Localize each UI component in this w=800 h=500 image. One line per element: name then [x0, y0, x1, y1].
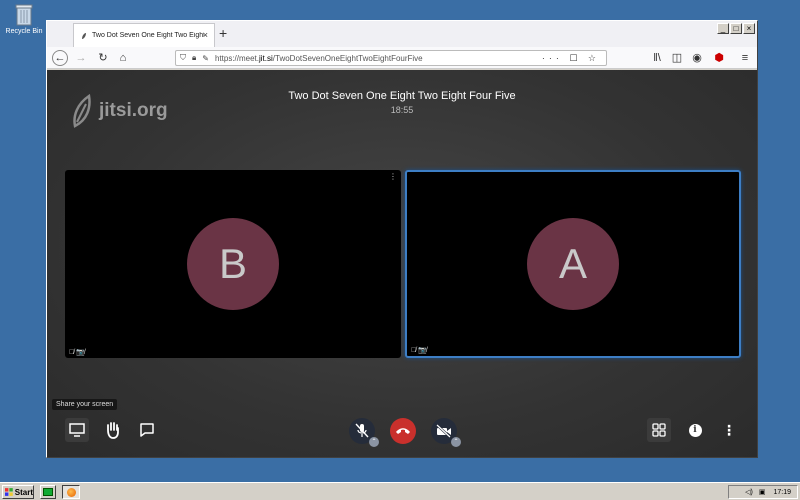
volume-icon[interactable]: ◁): [745, 488, 753, 496]
grid-icon: [652, 423, 666, 437]
navigation-bar: ← → ↻ ⌂ ⛉ 🔒︎ ✎ https://meet. jit.si/TwoDo…: [47, 47, 757, 69]
taskbar: Start ◁) ▣ 17:19: [0, 482, 800, 500]
meeting-title: Two Dot Seven One Eight Two Eight Four F…: [288, 90, 516, 102]
account-icon[interactable]: ◉: [689, 50, 705, 66]
recycle-bin-icon: [15, 4, 33, 26]
back-arrow-icon[interactable]: ←: [52, 50, 68, 66]
network-icon[interactable]: ▣: [759, 488, 766, 496]
recycle-bin-desktop-icon[interactable]: Recycle Bin: [4, 4, 44, 35]
monitor-icon: [69, 423, 85, 437]
info-button[interactable]: i: [683, 418, 707, 442]
avatar: A: [527, 218, 619, 310]
raise-hand-button[interactable]: [101, 418, 125, 442]
microphone-muted-icon: [355, 423, 369, 438]
start-button[interactable]: Start: [2, 485, 34, 499]
tile-view-button[interactable]: [647, 418, 671, 442]
menu-hamburger-icon[interactable]: ≡: [737, 50, 753, 66]
library-icon[interactable]: ‖\: [649, 50, 665, 66]
phone-hangup-icon: [396, 428, 410, 434]
tab-close-icon[interactable]: ×: [203, 30, 208, 40]
avatar: B: [187, 218, 279, 310]
muted-status-icons: 🎙̸ 📷̸: [411, 347, 427, 354]
sidebar-icon[interactable]: ◫: [669, 50, 685, 66]
url-prefix: https://meet.: [214, 53, 259, 63]
jitsi-favicon-icon: [82, 32, 86, 39]
lock-icon[interactable]: 🔒︎: [192, 53, 196, 63]
minimize-button[interactable]: _: [717, 23, 729, 34]
participant-tile-b[interactable]: B ⋮ 🎙̸ 📷̸: [65, 170, 401, 358]
forward-arrow-icon[interactable]: →: [73, 50, 89, 66]
quicklaunch-terminal-icon[interactable]: [40, 485, 56, 499]
taskbar-firefox-button[interactable]: [62, 485, 80, 499]
browser-window: Two Dot Seven One Eight Two Eight Four F…: [46, 20, 758, 458]
permissions-icon[interactable]: ✎: [202, 54, 209, 63]
participant-tile-a[interactable]: A 🎙̸ 📷̸: [405, 170, 741, 358]
maximize-button[interactable]: □: [730, 23, 742, 34]
muted-status-icons: 🎙̸ 📷̸: [69, 349, 85, 356]
audio-options-chevron-icon[interactable]: ⌃: [369, 437, 379, 447]
meeting-timer: 18:55: [390, 105, 414, 115]
recycle-bin-label: Recycle Bin: [5, 28, 43, 35]
share-screen-tooltip: Share your screen: [52, 399, 118, 410]
camera-off-icon: [436, 424, 451, 438]
reload-icon[interactable]: ↻: [95, 50, 111, 66]
home-icon[interactable]: ⌂: [115, 50, 131, 66]
start-label: Start: [14, 487, 33, 497]
tab-title: Two Dot Seven One Eight Two Eight Four F…: [92, 32, 204, 39]
url-domain: jit.si: [259, 53, 273, 63]
tab-bar: Two Dot Seven One Eight Two Eight Four F…: [47, 21, 757, 47]
clock: 17:19: [773, 488, 791, 496]
system-tray: ◁) ▣ 17:19: [728, 485, 798, 499]
info-icon: i: [688, 423, 702, 437]
share-screen-button[interactable]: [65, 418, 89, 442]
meeting-page: jitsi.org Two Dot Seven One Eight Two Ei…: [47, 70, 757, 457]
hand-icon: [107, 422, 119, 439]
close-window-button[interactable]: ×: [743, 23, 755, 34]
new-tab-button[interactable]: +: [219, 25, 227, 41]
camera-button[interactable]: ⌃: [431, 418, 461, 447]
address-bar[interactable]: ⛉ 🔒︎ ✎ https://meet. jit.si/TwoDotSevenOn…: [175, 50, 607, 66]
windows-flag-icon: [5, 488, 13, 496]
video-options-chevron-icon[interactable]: ⌃: [451, 437, 461, 447]
chat-button[interactable]: [135, 418, 159, 442]
url-path: /TwoDotSevenOneEightTwoEightFourFive: [272, 53, 423, 63]
more-actions-button[interactable]: ⋮: [717, 418, 741, 442]
hangup-button[interactable]: [390, 418, 416, 444]
more-vertical-icon: ⋮: [722, 421, 736, 438]
microphone-button[interactable]: ⌃: [349, 418, 379, 447]
ublock-extension-icon[interactable]: ⬢: [711, 50, 727, 66]
tile-menu-icon[interactable]: ⋮: [389, 172, 397, 181]
tab-meeting[interactable]: Two Dot Seven One Eight Two Eight Four F…: [73, 23, 215, 47]
chat-bubble-icon: [140, 423, 154, 437]
firefox-icon: [66, 488, 76, 497]
url-actions-icons[interactable]: ··· ☐ ☆: [542, 53, 600, 64]
window-controls: _ □ ×: [717, 23, 755, 34]
shield-icon[interactable]: ⛉: [180, 53, 186, 63]
